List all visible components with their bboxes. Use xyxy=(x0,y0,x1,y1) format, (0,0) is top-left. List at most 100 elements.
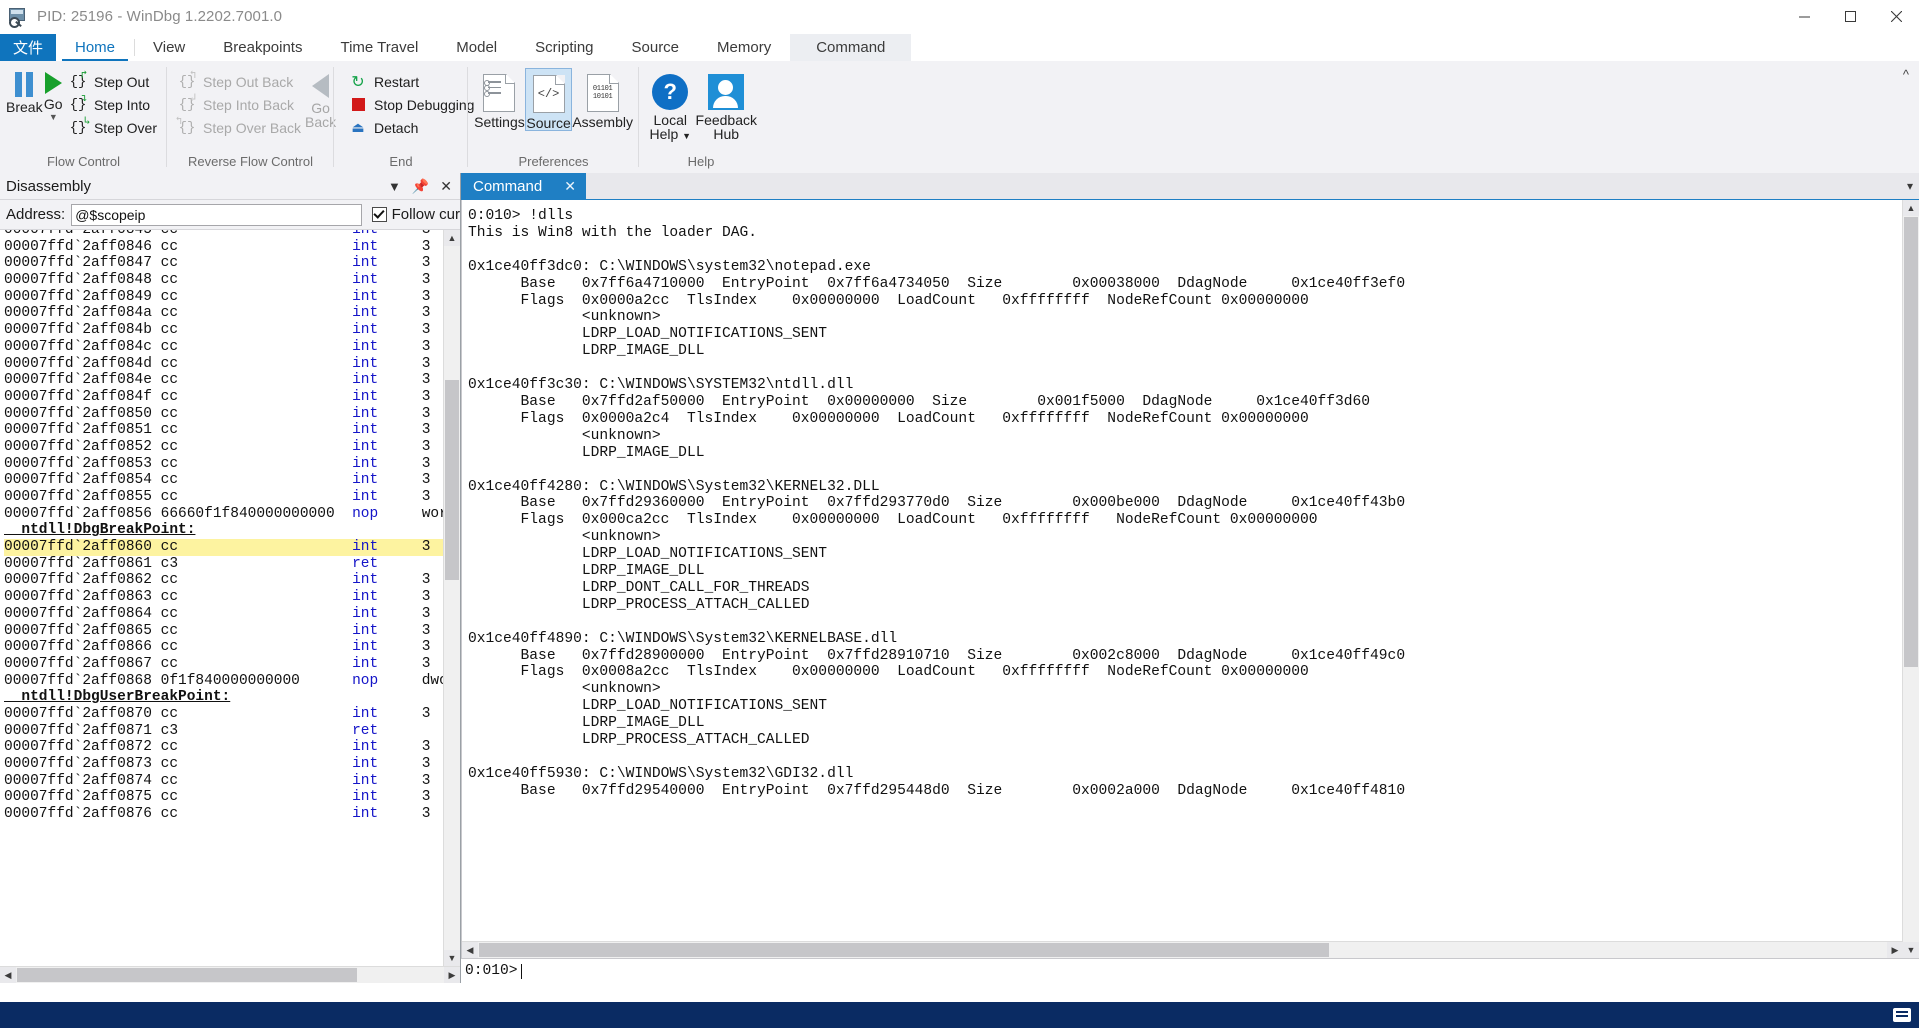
scroll-left-arrow-icon[interactable]: ◀ xyxy=(462,942,478,958)
disassembly-line[interactable]: 00007ffd`2aff0864 cc int 3 xyxy=(4,606,460,623)
tab-home[interactable]: Home xyxy=(56,34,134,61)
tab-breakpoints[interactable]: Breakpoints xyxy=(204,34,321,61)
disassembly-symbol-line[interactable]: ntdll!DbgBreakPoint: xyxy=(4,522,460,539)
close-icon[interactable]: ✕ xyxy=(440,179,452,193)
disassembly-line[interactable]: 00007ffd`2aff0847 cc int 3 xyxy=(4,255,460,272)
disassembly-symbol-line[interactable]: ntdll!DbgUserBreakPoint: xyxy=(4,689,460,706)
disassembly-line[interactable]: 00007ffd`2aff0868 0f1f840000000000 nop d… xyxy=(4,673,460,690)
command-output-area[interactable]: 0:010> !dlls This is Win8 with the loade… xyxy=(461,200,1919,958)
tab-command[interactable]: Command xyxy=(790,34,912,61)
follow-current-checkbox[interactable]: Follow cur xyxy=(371,206,460,223)
disassembly-line[interactable]: 00007ffd`2aff084e cc int 3 xyxy=(4,372,460,389)
scroll-right-arrow-icon[interactable]: ▶ xyxy=(444,967,460,983)
tab-scripting[interactable]: Scripting xyxy=(516,34,612,61)
scroll-up-arrow-icon[interactable]: ▲ xyxy=(1903,200,1919,216)
disassembly-line[interactable]: 00007ffd`2aff0861 c3 ret xyxy=(4,556,460,573)
command-vertical-scrollbar[interactable]: ▲ ▼ xyxy=(1902,200,1919,958)
step-out-button[interactable]: {↱} Step Out xyxy=(64,70,161,93)
scroll-thumb-h[interactable] xyxy=(17,968,357,982)
disassembly-line[interactable]: 00007ffd`2aff0851 cc int 3 xyxy=(4,422,460,439)
disassembly-line[interactable]: 00007ffd`2aff0852 cc int 3 xyxy=(4,439,460,456)
step-into-button[interactable]: {↴} Step Into xyxy=(64,93,161,116)
step-out-back-button[interactable]: {↰} Step Out Back xyxy=(173,70,305,93)
step-over-back-button[interactable]: ↰{} Step Over Back xyxy=(173,116,305,139)
disassembly-horizontal-scrollbar[interactable]: ◀ ▶ xyxy=(0,966,460,983)
disassembly-line[interactable]: 00007ffd`2aff0845 cc int 3 xyxy=(4,230,460,239)
disassembly-line[interactable]: 00007ffd`2aff0848 cc int 3 xyxy=(4,272,460,289)
scroll-thumb[interactable] xyxy=(1904,217,1918,667)
disassembly-line[interactable]: 00007ffd`2aff0876 cc int 3 xyxy=(4,806,460,823)
disassembly-line[interactable]: 00007ffd`2aff0867 cc int 3 xyxy=(4,656,460,673)
tab-memory[interactable]: Memory xyxy=(698,34,790,61)
disassembly-line[interactable]: 00007ffd`2aff0872 cc int 3 xyxy=(4,739,460,756)
disassembly-line[interactable]: 00007ffd`2aff0863 cc int 3 xyxy=(4,589,460,606)
scroll-thumb-h[interactable] xyxy=(479,943,1329,957)
go-button[interactable]: Go ▼ xyxy=(43,66,64,122)
scroll-down-arrow-icon[interactable]: ▼ xyxy=(1903,942,1919,958)
local-help-button[interactable]: ? Local Help ▼ xyxy=(645,68,696,143)
disassembly-vertical-scrollbar[interactable]: ▲ ▼ xyxy=(443,230,460,966)
scroll-down-arrow-icon[interactable]: ▼ xyxy=(444,950,460,966)
disassembly-code-area[interactable]: 00007ffd`2aff0845 cc int 3 00007ffd`2aff0… xyxy=(0,230,460,966)
chevron-down-icon[interactable]: ▼ xyxy=(49,112,58,122)
disassembly-line[interactable]: 00007ffd`2aff084b cc int 3 xyxy=(4,322,460,339)
disassembly-line[interactable]: 00007ffd`2aff0860 cc int 3 xyxy=(4,539,460,556)
disassembly-line[interactable]: 00007ffd`2aff0846 cc int 3 xyxy=(4,239,460,256)
disassembly-line[interactable]: 00007ffd`2aff0849 cc int 3 xyxy=(4,289,460,306)
command-horizontal-scrollbar[interactable]: ◀ ▶ xyxy=(462,941,1903,958)
restart-button[interactable]: ↻ Restart xyxy=(344,70,478,93)
tab-file[interactable]: 文件 xyxy=(0,34,56,61)
disassembly-line[interactable]: 00007ffd`2aff084a cc int 3 xyxy=(4,305,460,322)
instruction-address: 00007ffd`2aff0875 cc xyxy=(4,789,353,806)
notification-icon[interactable] xyxy=(1893,1008,1911,1022)
close-button[interactable] xyxy=(1873,0,1919,33)
settings-button[interactable]: Settings xyxy=(474,68,525,129)
disassembly-line[interactable]: 00007ffd`2aff0873 cc int 3 xyxy=(4,756,460,773)
disassembly-line[interactable]: 00007ffd`2aff0853 cc int 3 xyxy=(4,456,460,473)
command-tab[interactable]: Command ✕ xyxy=(461,173,586,199)
collapse-ribbon-button[interactable]: ^ xyxy=(1903,67,1909,82)
play-icon xyxy=(44,72,62,94)
disassembly-line[interactable]: 00007ffd`2aff084c cc int 3 xyxy=(4,339,460,356)
disassembly-line[interactable]: 00007ffd`2aff0870 cc int 3 xyxy=(4,706,460,723)
source-button[interactable]: </> Source xyxy=(524,68,573,131)
disassembly-line[interactable]: 00007ffd`2aff084d cc int 3 xyxy=(4,356,460,373)
minimize-button[interactable] xyxy=(1781,0,1827,33)
disassembly-line[interactable]: 00007ffd`2aff0874 cc int 3 xyxy=(4,773,460,790)
instruction-mnemonic: int xyxy=(352,472,422,489)
scroll-up-arrow-icon[interactable]: ▲ xyxy=(444,230,460,246)
address-input[interactable] xyxy=(71,203,362,226)
stop-debugging-button[interactable]: Stop Debugging xyxy=(344,93,478,116)
command-input-row[interactable]: 0:010> xyxy=(461,958,1919,983)
detach-button[interactable]: ⏏ Detach xyxy=(344,116,478,139)
disassembly-line[interactable]: 00007ffd`2aff0871 c3 ret xyxy=(4,723,460,740)
disassembly-line[interactable]: 00007ffd`2aff0856 66660f1f840000000000 n… xyxy=(4,506,460,523)
scroll-thumb[interactable] xyxy=(445,380,459,580)
close-icon[interactable]: ✕ xyxy=(564,178,576,195)
step-over-button[interactable]: {} ↳ Step Over xyxy=(64,116,161,139)
assembly-button[interactable]: 01101 10101 Assembly xyxy=(572,68,633,129)
disassembly-line[interactable]: 00007ffd`2aff0865 cc int 3 xyxy=(4,623,460,640)
tab-source[interactable]: Source xyxy=(613,34,699,61)
scroll-right-arrow-icon[interactable]: ▶ xyxy=(1887,942,1903,958)
disassembly-line[interactable]: 00007ffd`2aff0875 cc int 3 xyxy=(4,789,460,806)
scroll-left-arrow-icon[interactable]: ◀ xyxy=(0,967,16,983)
disassembly-line[interactable]: 00007ffd`2aff0850 cc int 3 xyxy=(4,406,460,423)
disassembly-line[interactable]: 00007ffd`2aff0866 cc int 3 xyxy=(4,639,460,656)
disassembly-line[interactable]: 00007ffd`2aff084f cc int 3 xyxy=(4,389,460,406)
disassembly-line[interactable]: 00007ffd`2aff0854 cc int 3 xyxy=(4,472,460,489)
disassembly-line[interactable]: 00007ffd`2aff0855 cc int 3 xyxy=(4,489,460,506)
break-button[interactable]: Break xyxy=(6,66,43,114)
step-into-back-button[interactable]: {↲} Step Into Back xyxy=(173,93,305,116)
disassembly-lines: 00007ffd`2aff0845 cc int 3 00007ffd`2aff0… xyxy=(0,230,460,823)
disassembly-line[interactable]: 00007ffd`2aff0862 cc int 3 xyxy=(4,572,460,589)
tab-time-travel[interactable]: Time Travel xyxy=(321,34,437,61)
tabstrip-overflow-button[interactable]: ▾ xyxy=(1907,173,1913,199)
maximize-button[interactable] xyxy=(1827,0,1873,33)
go-back-button[interactable]: Go Back xyxy=(305,66,336,129)
feedback-hub-button[interactable]: Feedback Hub xyxy=(696,68,757,141)
pin-icon[interactable]: 📌 xyxy=(412,179,429,193)
tab-model[interactable]: Model xyxy=(437,34,516,61)
tab-view[interactable]: View xyxy=(134,34,204,61)
chevron-down-icon[interactable]: ▼ xyxy=(388,180,401,193)
